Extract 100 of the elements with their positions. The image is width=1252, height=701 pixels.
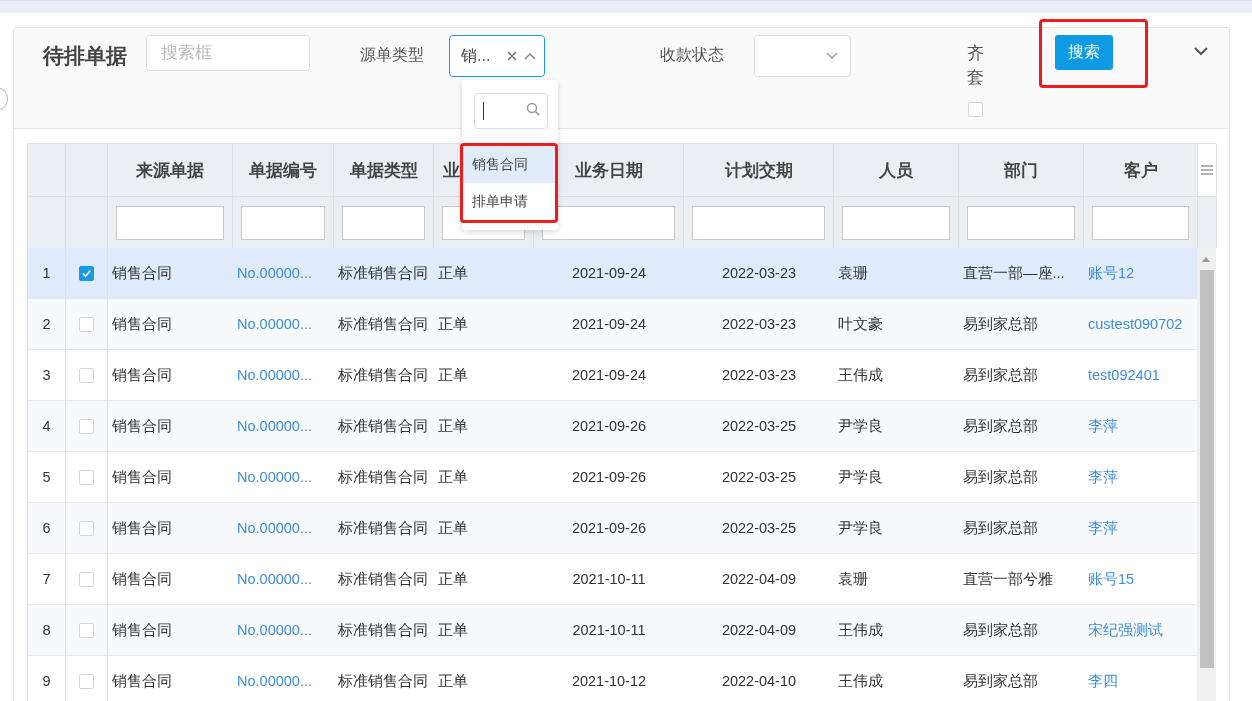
table-cell-text: 2022-03-25 [720, 468, 798, 487]
row-number: 3 [28, 350, 66, 400]
source-type-select[interactable]: 销... [449, 35, 545, 77]
table-cell-text: 易到家总部 [962, 518, 1039, 538]
link[interactable]: No.00000... [233, 656, 334, 701]
column-header[interactable]: 计划交期 [684, 144, 834, 196]
payment-status-select[interactable] [754, 35, 851, 77]
link[interactable]: 李萍 [1084, 452, 1198, 502]
column-header[interactable]: 来源单据 [108, 144, 233, 196]
table-cell-text: 2021-09-24 [570, 315, 648, 334]
row-number: 9 [28, 656, 66, 701]
scrollbar[interactable] [1197, 248, 1216, 701]
table-cell-text: 销售合同 [111, 467, 173, 487]
table-cell-text: 尹学良 [837, 416, 884, 436]
row-number: 1 [28, 248, 66, 298]
column-header[interactable]: 单据编号 [233, 144, 334, 196]
table-cell-text: 叶文豪 [837, 314, 884, 334]
table-row[interactable]: 7 销售合同 No.00000... 标准销售合同 正单 2021-10-11 2022-04-09 袁珊 直营一部兮雅 账号15 [27, 554, 1197, 605]
column-filter-field[interactable] [241, 205, 325, 240]
column-header[interactable]: 人员 [834, 144, 959, 196]
table-cell-text: 正单 [437, 416, 469, 436]
dropdown-option[interactable]: 销售合同 [463, 146, 555, 183]
checkbox[interactable] [79, 265, 94, 281]
table-cell-text: 2021-09-26 [570, 417, 648, 436]
link[interactable]: 李四 [1084, 656, 1198, 701]
link[interactable]: No.00000... [233, 452, 334, 502]
dropdown-search-field[interactable] [474, 93, 548, 129]
table-cell-text: 2021-09-24 [570, 366, 648, 385]
table-cell-text: 销售合同 [111, 671, 173, 691]
table-cell-text: 销售合同 [111, 365, 173, 385]
search-icon [526, 102, 540, 116]
table-cell-text: 销售合同 [111, 569, 173, 589]
table-cell-text: 标准销售合同 [337, 671, 429, 691]
table-cell-text: 直营一部—座... [962, 263, 1066, 283]
column-filter-field[interactable] [692, 205, 825, 240]
row-number: 4 [28, 401, 66, 451]
link[interactable]: No.00000... [233, 554, 334, 604]
table-cell-text: 正单 [437, 569, 469, 589]
table-cell-text: 易到家总部 [962, 365, 1039, 385]
table-cell-text: 易到家总部 [962, 467, 1039, 487]
table-cell-text: 袁珊 [837, 263, 869, 283]
scroll-up-icon[interactable] [1201, 256, 1211, 262]
table-cell-text: 正单 [437, 263, 469, 283]
clear-icon[interactable] [507, 51, 517, 61]
column-filter-field[interactable] [1092, 205, 1189, 240]
search-field[interactable]: 搜索框 [146, 35, 310, 71]
table-cell-text: 销售合同 [111, 263, 173, 283]
link[interactable]: test092401 [1084, 350, 1198, 400]
table-row[interactable]: 3 销售合同 No.00000... 标准销售合同 正单 2021-09-24 2022-03-23 王伟成 易到家总部 test092401 [27, 350, 1197, 401]
chevron-down-icon[interactable] [1194, 47, 1208, 56]
link[interactable]: 账号15 [1084, 554, 1198, 604]
column-filter-field[interactable] [542, 205, 675, 240]
table-row[interactable]: 5 销售合同 No.00000... 标准销售合同 正单 2021-09-26 2022-03-25 尹学良 易到家总部 李萍 [27, 452, 1197, 503]
table-cell-text: 2021-09-26 [570, 468, 648, 487]
table-cell-text: 正单 [437, 467, 469, 487]
table-cell-text: 2021-09-24 [570, 264, 648, 283]
table-cell-text: 尹学良 [837, 467, 884, 487]
page-title: 待排单据 [43, 43, 127, 69]
table-cell-text: 2022-04-10 [720, 672, 798, 691]
row-number: 2 [28, 299, 66, 349]
table-cell-text: 标准销售合同 [337, 416, 429, 436]
caret-icon [524, 52, 536, 60]
column-filter-field[interactable] [342, 205, 425, 240]
check-icon [81, 268, 92, 278]
table-cell-text: 正单 [437, 518, 469, 538]
table-cell-text: 王伟成 [837, 671, 884, 691]
column-header[interactable]: 部门 [959, 144, 1084, 196]
column-filter-field[interactable] [967, 205, 1075, 240]
table-cell-text: 销售合同 [111, 518, 173, 538]
row-number: 8 [28, 605, 66, 655]
table-cell-text: 2022-03-25 [720, 417, 798, 436]
table-cell-text: 尹学良 [837, 518, 884, 538]
table-cell-text: 2022-03-23 [720, 264, 798, 283]
menu-icon[interactable] [1201, 165, 1213, 175]
table-cell-text: 销售合同 [111, 314, 173, 334]
table-cell-text: 2022-04-09 [720, 621, 798, 640]
checkbox-label: 齐套 [966, 43, 984, 89]
table-cell-text: 2022-03-25 [720, 519, 798, 538]
table-cell-text: 标准销售合同 [337, 467, 429, 487]
table-cell-text: 正单 [437, 671, 469, 691]
row-number: 7 [28, 554, 66, 604]
table-cell-text: 2021-09-26 [570, 519, 648, 538]
row-number: 5 [28, 452, 66, 502]
column-header[interactable]: 单据类型 [334, 144, 434, 196]
column-filter-field[interactable] [116, 205, 224, 240]
table-cell-text: 标准销售合同 [337, 518, 429, 538]
caret-icon [826, 52, 838, 60]
table-cell-text: 易到家总部 [962, 416, 1039, 436]
link[interactable]: No.00000... [233, 350, 334, 400]
table-row[interactable]: 1 销售合同 No.00000... 标准销售合同 正单 2021-09-24 2022-03-23 袁珊 直营一部—座... 账号12 [27, 248, 1197, 299]
table-cell-text: 易到家总部 [962, 314, 1039, 334]
table-cell-text: 易到家总部 [962, 671, 1039, 691]
table-cell-text: 标准销售合同 [337, 314, 429, 334]
column-filter-field[interactable] [842, 205, 950, 240]
table-cell-text: 正单 [437, 314, 469, 334]
table-cell-text: 王伟成 [837, 365, 884, 385]
table-cell-text: 正单 [437, 620, 469, 640]
table-cell-text: 标准销售合同 [337, 620, 429, 640]
table-cell-text: 正单 [437, 365, 469, 385]
table-cell-text: 王伟成 [837, 620, 884, 640]
